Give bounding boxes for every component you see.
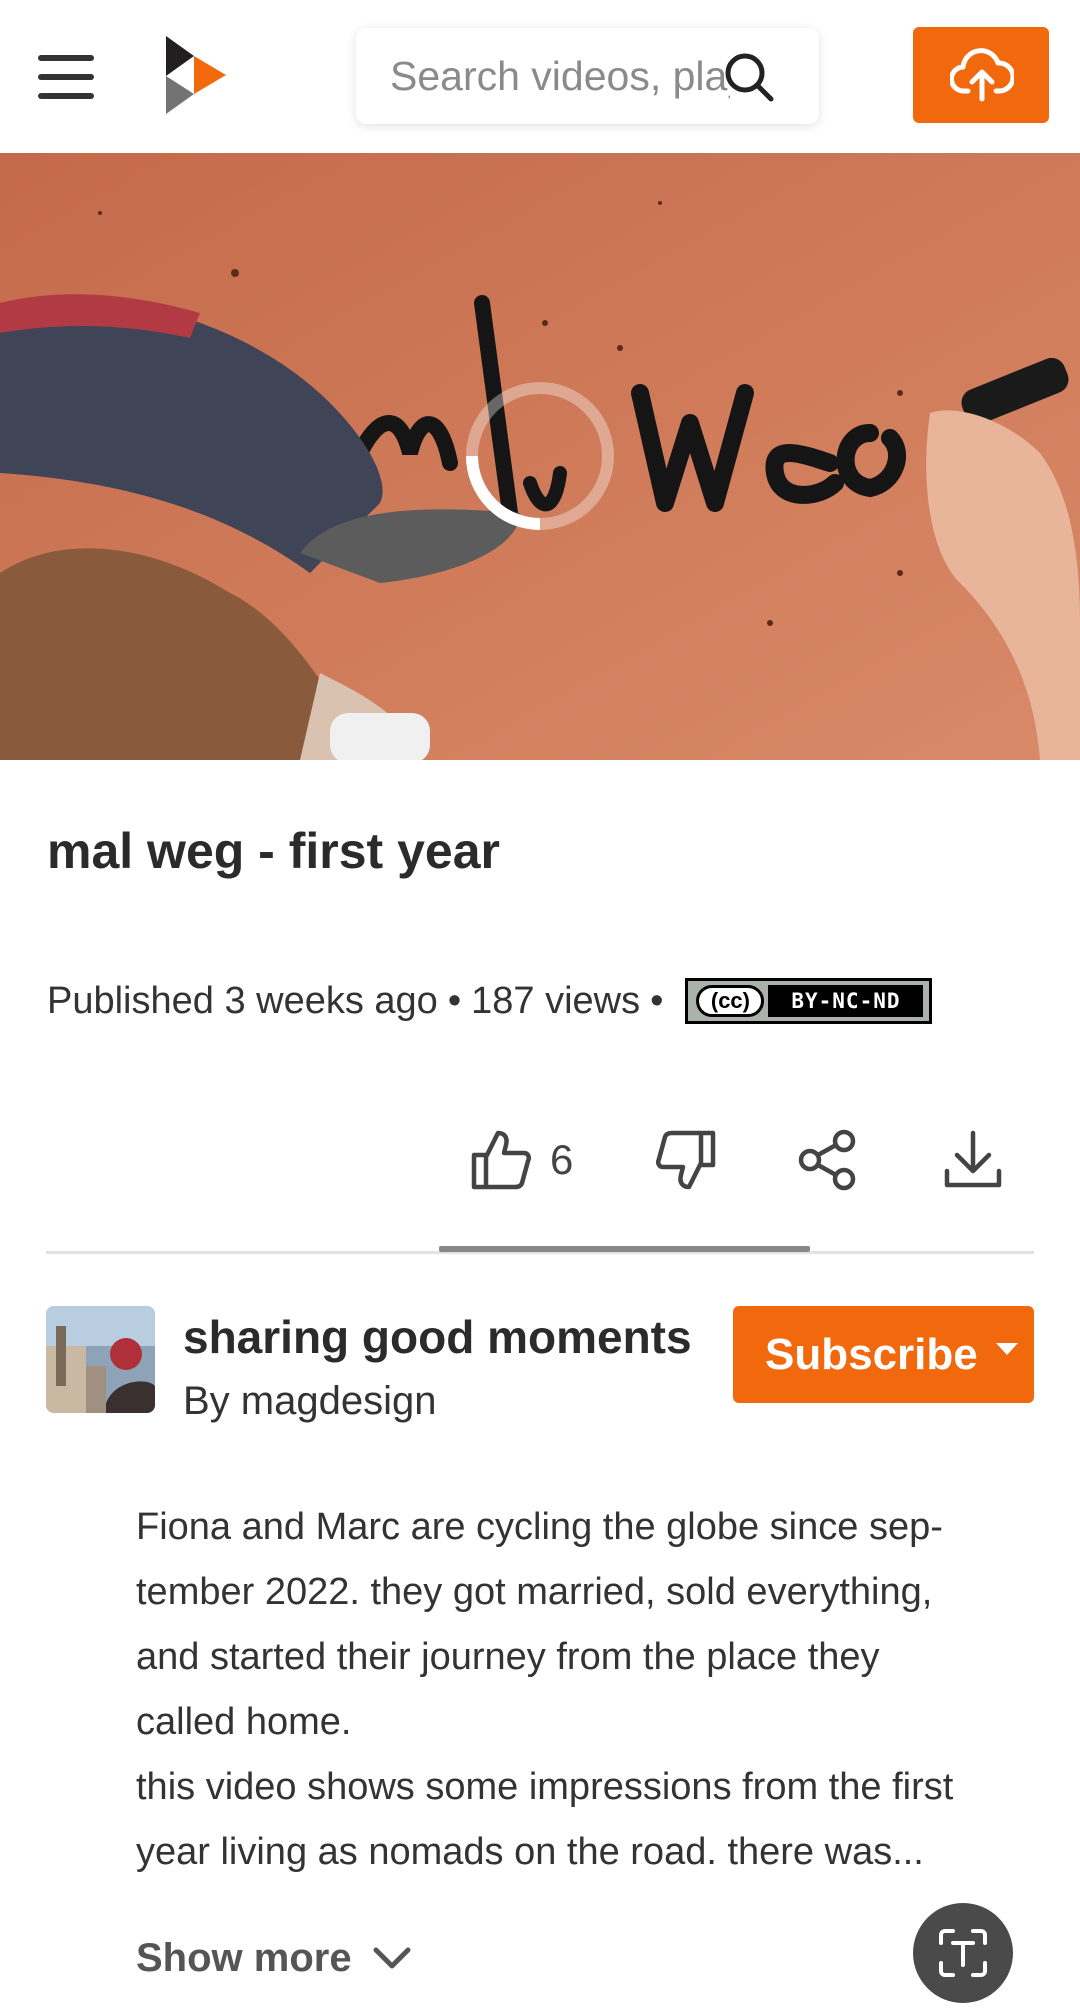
text-recognition-button[interactable]: [913, 1903, 1013, 2003]
view-count: 187 views: [471, 979, 641, 1022]
channel-avatar[interactable]: [46, 1306, 155, 1413]
description-line: called home.: [136, 1701, 352, 1743]
video-actions: 6: [0, 1120, 1080, 1200]
search-box[interactable]: [356, 28, 819, 124]
thumbs-up-icon: [471, 1130, 532, 1190]
caret-down-icon: [995, 1342, 1018, 1355]
text-recognition-icon: [939, 1929, 987, 1977]
license-badge[interactable]: (cc) BY-NC-ND: [685, 978, 933, 1024]
search-icon[interactable]: [722, 50, 776, 104]
download-button[interactable]: [943, 1120, 1003, 1200]
show-more-label: Show more: [136, 1936, 352, 1980]
upload-button[interactable]: [913, 27, 1049, 123]
description-line: Fiona and Marc are cycling the globe sin…: [136, 1506, 943, 1548]
top-header: [0, 0, 1080, 153]
hamburger-menu-icon[interactable]: [38, 55, 98, 99]
description-line: tember 2022. they got married, sold ever…: [136, 1571, 933, 1613]
peertube-logo[interactable]: [160, 36, 226, 114]
tab-indicator: [439, 1246, 810, 1252]
thumbs-down-icon: [655, 1130, 716, 1190]
subscribe-label: Subscribe: [765, 1329, 978, 1379]
description-line: this video shows some impressions from t…: [136, 1766, 954, 1808]
like-count: 6: [550, 1136, 574, 1183]
video-meta: Published 3 weeks ago • 187 views • (cc)…: [47, 978, 933, 1024]
channel-name[interactable]: sharing good moments: [183, 1310, 692, 1364]
dislike-button[interactable]: [655, 1120, 717, 1200]
license-label: BY-NC-ND: [768, 985, 924, 1017]
loading-spinner: [466, 382, 614, 530]
show-more-button[interactable]: Show more: [136, 1936, 412, 1981]
description-line: year living as nomads on the road. there…: [136, 1831, 924, 1873]
channel-owner[interactable]: By magdesign: [183, 1379, 436, 1424]
share-button[interactable]: [798, 1120, 858, 1200]
share-icon: [798, 1129, 856, 1191]
cloud-upload-icon: [950, 48, 1014, 102]
description-line: and started their journey from the place…: [136, 1636, 880, 1678]
video-description: Fiona and Marc are cycling the globe sin…: [136, 1495, 1036, 1885]
download-icon: [944, 1130, 1002, 1188]
chevron-down-icon: [373, 1947, 411, 1968]
avatar-image: [46, 1306, 155, 1413]
separator: •: [447, 979, 462, 1022]
subscribe-button[interactable]: Subscribe: [733, 1306, 1034, 1403]
search-input[interactable]: [390, 28, 730, 124]
published-date: Published 3 weeks ago: [47, 979, 438, 1022]
separator: •: [650, 979, 664, 1022]
video-player[interactable]: [0, 153, 1080, 760]
video-title: mal weg - first year: [47, 823, 500, 879]
like-button[interactable]: 6: [470, 1120, 573, 1200]
cc-icon: (cc): [696, 985, 765, 1017]
